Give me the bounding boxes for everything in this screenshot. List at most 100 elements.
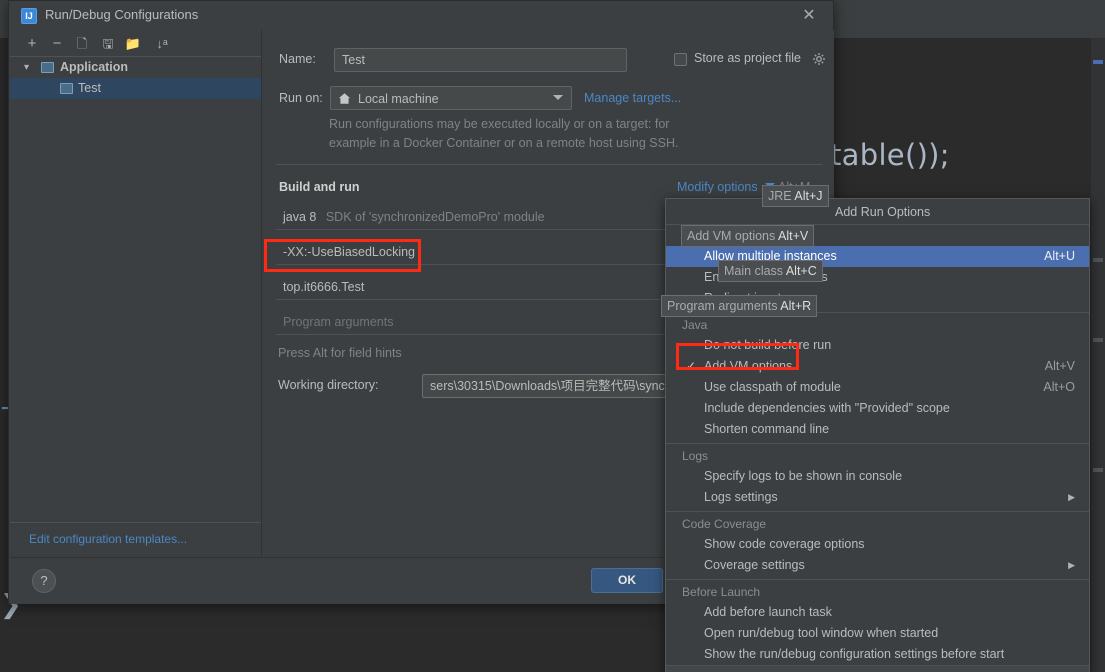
run-on-value: Local machine xyxy=(358,92,439,106)
annotation-vm-options-field xyxy=(264,239,421,272)
annotation-add-vm-options-menu-item xyxy=(676,343,799,370)
field-hint-accel: Alt+V xyxy=(778,229,809,243)
menu-separator xyxy=(666,443,1089,444)
jre-sdk-name: java 8 xyxy=(283,210,317,224)
remove-configuration-button[interactable]: − xyxy=(47,34,67,54)
field-hint-label: Main class xyxy=(724,264,784,278)
menu-item-logs-settings[interactable]: Logs settings ▶ xyxy=(666,487,1089,508)
manage-targets-link[interactable]: Manage targets... xyxy=(584,91,681,105)
dialog-title: Run/Debug Configurations xyxy=(45,7,199,22)
gutter-mark xyxy=(1093,338,1103,342)
configurations-tree[interactable]: ▾ Application Test xyxy=(10,57,261,522)
add-configuration-button[interactable]: + xyxy=(22,34,42,54)
chevron-right-icon[interactable]: ▶ xyxy=(1068,487,1075,508)
field-hints-note: Press Alt for field hints xyxy=(278,346,402,360)
jre-sdk-description: SDK of 'synchronizedDemoPro' module xyxy=(325,210,545,224)
field-hint-program-arguments: Program arguments Alt+R xyxy=(661,295,818,317)
field-hint-label: Add VM options xyxy=(687,229,776,243)
working-directory-label: Working directory: xyxy=(278,378,379,392)
edit-configuration-templates-link[interactable]: Edit configuration templates... xyxy=(29,532,187,546)
menu-item-label: Shorten command line xyxy=(704,422,830,436)
dialog-titlebar: IJ Run/Debug Configurations ✕ xyxy=(9,1,833,30)
tree-node-test[interactable]: Test xyxy=(10,78,261,99)
editor-marker-gutter[interactable] xyxy=(1091,38,1105,672)
menu-item-open-run-debug-tool-window-when-started[interactable]: Open run/debug tool window when started xyxy=(666,623,1089,644)
menu-item-show-the-run-debug-configuration-settings-before-start[interactable]: Show the run/debug configuration setting… xyxy=(666,644,1089,665)
field-hint-label: JRE xyxy=(768,189,792,203)
gutter-mark xyxy=(1093,258,1103,262)
build-and-run-heading: Build and run xyxy=(279,180,360,194)
field-hint-accel: Alt+J xyxy=(794,189,823,203)
menu-item-shorten-command-line[interactable]: Shorten command line xyxy=(666,419,1089,440)
menu-item-accelerator: Alt+O xyxy=(1043,380,1075,394)
menu-item-label: Logs settings xyxy=(704,490,778,504)
menu-item-label: Use classpath of module xyxy=(704,380,841,394)
menu-item-specify-logs-to-be-shown-in-console[interactable]: Specify logs to be shown in console xyxy=(666,466,1089,487)
menu-separator xyxy=(666,511,1089,512)
chevron-right-icon[interactable]: ▶ xyxy=(1068,555,1075,576)
menu-group-label: Logs xyxy=(682,449,709,463)
new-folder-icon[interactable]: 📁 xyxy=(123,34,143,54)
field-hint-accel: Alt+C xyxy=(785,264,817,278)
tree-node-label: Test xyxy=(78,81,101,95)
chevron-down-icon[interactable] xyxy=(553,95,563,100)
menu-item-list: ConfigurationAllow multiple instancesAlt… xyxy=(666,225,1089,665)
field-hint-vm-options: Add VM options Alt+V xyxy=(681,225,815,247)
gear-icon[interactable] xyxy=(812,52,826,66)
menu-group-label: Before Launch xyxy=(682,585,761,599)
run-on-description-line1: Run configurations may be executed local… xyxy=(329,117,670,131)
gutter-mark xyxy=(1093,468,1103,472)
chevron-down-icon[interactable]: ▾ xyxy=(24,57,29,78)
run-configuration-icon xyxy=(60,83,73,94)
store-as-project-file-label: Store as project file xyxy=(694,51,801,65)
working-directory-input[interactable]: sers\30315\Downloads\项目完整代码\sync xyxy=(422,374,672,398)
configurations-toolbar: + − 🗋 🖫 📁 ↓ᵃ xyxy=(10,30,261,57)
application-icon xyxy=(41,62,54,73)
menu-item-accelerator: Alt+U xyxy=(1044,249,1075,263)
menu-group-label: Java xyxy=(682,318,708,332)
run-on-description-line2: example in a Docker Container or on a re… xyxy=(329,136,679,150)
ok-button[interactable]: OK xyxy=(591,568,663,593)
field-hint-jre: JRE Alt+J xyxy=(762,185,829,207)
form-divider xyxy=(276,164,822,165)
name-input[interactable]: Test xyxy=(334,48,627,72)
menu-item-label: Include dependencies with "Provided" sco… xyxy=(704,401,950,415)
menu-separator xyxy=(666,579,1089,580)
menu-item-label: Show the run/debug configuration setting… xyxy=(704,647,1005,661)
menu-header: Add Run Options xyxy=(666,199,1089,225)
left-pane-footer: Edit configuration templates... xyxy=(10,522,261,557)
menu-item-show-code-coverage-options[interactable]: Show code coverage options xyxy=(666,534,1089,555)
menu-item-include-dependencies-with-provided-scope[interactable]: Include dependencies with "Provided" sco… xyxy=(666,398,1089,419)
menu-item-label: Specify logs to be shown in console xyxy=(704,469,903,483)
menu-item-use-classpath-of-module[interactable]: Use classpath of module Alt+O xyxy=(666,377,1089,398)
menu-item-label: Open run/debug tool window when started xyxy=(704,626,939,640)
menu-group-label: Code Coverage xyxy=(682,517,767,531)
field-hint-accel: Alt+R xyxy=(780,299,812,313)
menu-item-accelerator: Alt+V xyxy=(1044,359,1075,373)
menu-item-label: Show code coverage options xyxy=(704,537,865,551)
copy-configuration-icon[interactable]: 🗋 xyxy=(72,34,92,54)
code-fragment: table()); xyxy=(830,138,950,172)
tree-node-application[interactable]: ▾ Application xyxy=(10,57,261,78)
intellij-logo-icon: IJ xyxy=(21,8,37,24)
menu-item-coverage-settings[interactable]: Coverage settings ▶ xyxy=(666,555,1089,576)
modify-options-link[interactable]: Modify options xyxy=(677,180,758,194)
menu-item-label: Add before launch task xyxy=(704,605,832,619)
configurations-left-pane: + − 🗋 🖫 📁 ↓ᵃ ▾ Application Test Edit con… xyxy=(10,30,262,557)
gutter-mark xyxy=(1093,60,1103,64)
name-label: Name: xyxy=(279,52,316,66)
menu-item-label: Coverage settings xyxy=(704,558,805,572)
run-on-target-combo[interactable]: Local machine xyxy=(330,86,572,110)
field-hint-label: Program arguments xyxy=(667,299,778,313)
tree-node-label: Application xyxy=(60,60,129,74)
save-configuration-icon[interactable]: 🖫 xyxy=(98,34,118,54)
home-icon xyxy=(338,93,351,104)
run-on-label: Run on: xyxy=(279,91,323,105)
close-icon[interactable]: ✕ xyxy=(795,5,823,27)
field-hint-main-class: Main class Alt+C xyxy=(718,260,823,282)
sort-alphabetically-icon[interactable]: ↓ᵃ xyxy=(152,34,172,54)
menu-item-add-before-launch-task[interactable]: Add before launch task xyxy=(666,602,1089,623)
help-button[interactable]: ? xyxy=(32,569,56,593)
menu-status-bar: Allow running multiple instances of the … xyxy=(666,665,1089,672)
checkbox-box[interactable] xyxy=(674,53,687,66)
